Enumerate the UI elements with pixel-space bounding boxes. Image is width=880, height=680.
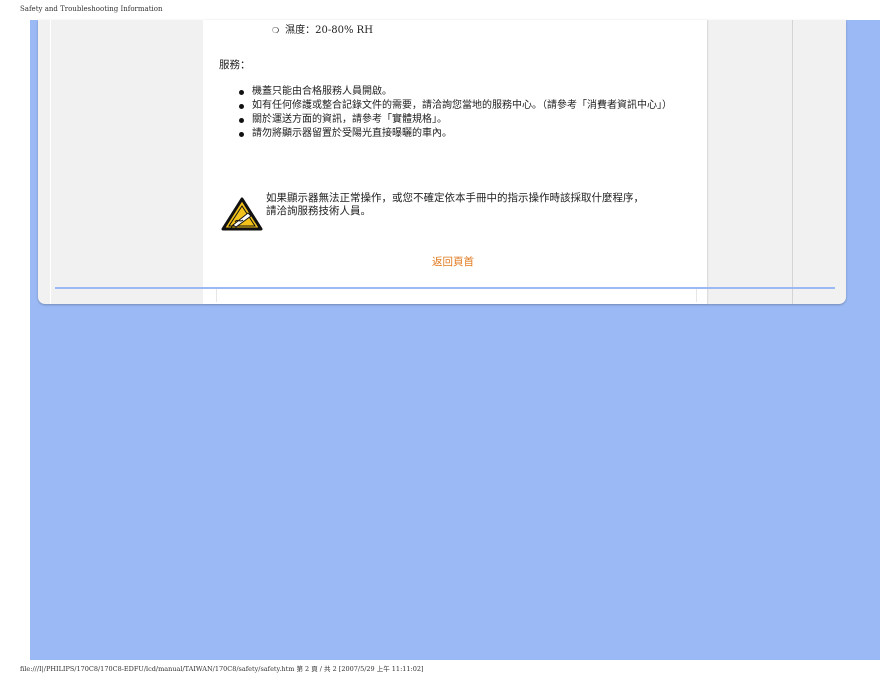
list-item: 機蓋只能由合格服務人員開啟。 <box>238 85 698 99</box>
service-list: 機蓋只能由合格服務人員開啟。 如有任何修護或整合記錄文件的需要，請洽詢您當地的服… <box>238 85 698 141</box>
list-item-text: 機蓋只能由合格服務人員開啟。 <box>252 86 392 97</box>
list-item: 請勿將顯示器留置於受陽光直接曝曬的車內。 <box>238 127 698 141</box>
humidity-text: 濕度：20-80% RH <box>285 25 373 36</box>
back-to-top-link[interactable]: 返回頁首 <box>432 254 474 269</box>
bullet-icon <box>239 104 244 109</box>
sub-bullet-icon: ❍ <box>272 26 280 35</box>
list-item-text: 關於運送方面的資訊，請參考「實體規格」。 <box>252 114 447 125</box>
humidity-item: ❍ 濕度：20-80% RH <box>272 21 373 36</box>
frame-divider-left <box>50 20 51 304</box>
list-item-text: 請勿將顯示器留置於受陽光直接曝曬的車內。 <box>252 128 452 139</box>
frame-divider-right <box>792 20 793 304</box>
frame-divider <box>216 289 217 302</box>
bullet-icon <box>239 132 244 137</box>
page-header: Safety and Troubleshooting Information <box>20 5 163 13</box>
warning-triangle-icon <box>221 197 263 231</box>
list-item: 如有任何修護或整合記錄文件的需要，請洽詢您當地的服務中心。（請參考「消費者資訊中… <box>238 99 698 113</box>
bullet-icon <box>239 118 244 123</box>
frame-divider <box>696 289 697 302</box>
list-item: 關於運送方面的資訊，請參考「實體規格」。 <box>238 113 698 127</box>
page-footer: file:///I|/PHILIPS/170C8/170C8-EDFU/lcd/… <box>20 665 424 673</box>
frame-bottom-rule <box>55 287 835 289</box>
bullet-icon <box>239 90 244 95</box>
service-heading: 服務： <box>219 59 251 71</box>
list-item-text: 如有任何修護或整合記錄文件的需要，請洽詢您當地的服務中心。（請參考「消費者資訊中… <box>252 100 672 111</box>
warning-text: 如果顯示器無法正常操作，或您不確定依本手冊中的指示操作時該採取什麼程序，請洽詢服… <box>266 192 644 217</box>
